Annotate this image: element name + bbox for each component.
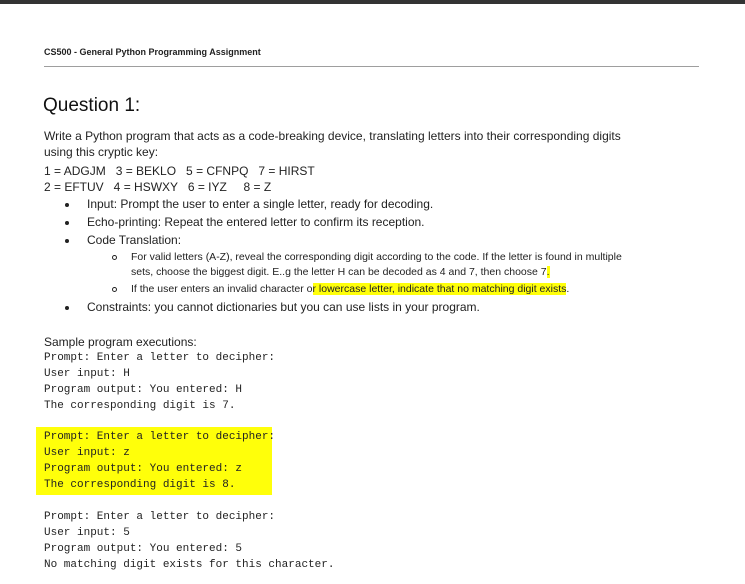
bullet-code-translation: Code Translation: <box>87 233 182 247</box>
bullet-echo: Echo-printing: Repeat the entered letter… <box>87 215 425 229</box>
sub-bullet-valid-line-1: For valid letters (A-Z), reveal the corr… <box>131 251 622 263</box>
bullet-dot <box>65 221 69 225</box>
example-3-input: User input: 5 <box>44 527 130 539</box>
sample-heading: Sample program executions: <box>44 335 197 349</box>
intro-line-2: using this cryptic key: <box>44 145 159 159</box>
highlighted-period: . <box>546 266 550 278</box>
key-line-2: 2 = EFTUV 4 = HSWXY 6 = IYZ 8 = Z <box>44 180 272 194</box>
bullet-input: Input: Prompt the user to enter a single… <box>87 197 434 211</box>
key-line-1: 1 = ADGJM 3 = BEKLO 5 = CFNPQ 7 = HIRST <box>44 164 315 178</box>
bullet-dot <box>65 239 69 243</box>
example-1-result: The corresponding digit is 7. <box>44 400 236 412</box>
valid-line-2-text: sets, choose the biggest digit. E..g the… <box>131 266 547 278</box>
example-2-output: Program output: You entered: z <box>44 463 243 475</box>
window-top-border <box>0 0 745 4</box>
sub-bullet-circle <box>112 255 117 260</box>
example-2-result: The corresponding digit is 8. <box>44 479 236 491</box>
bullet-constraints: Constraints: you cannot dictionaries but… <box>87 300 480 314</box>
intro-line-1: Write a Python program that acts as a co… <box>44 129 621 143</box>
invalid-text-end: . <box>566 283 570 295</box>
example-3-prompt: Prompt: Enter a letter to decipher: <box>44 511 276 523</box>
question-title: Question 1: <box>43 95 141 116</box>
example-1-prompt: Prompt: Enter a letter to decipher: <box>44 352 276 364</box>
sub-bullet-circle <box>112 287 117 292</box>
header-divider <box>44 66 699 67</box>
invalid-text: If the user enters an invalid character … <box>131 283 313 295</box>
example-1-input: User input: H <box>44 368 130 380</box>
example-2-input: User input: z <box>44 447 130 459</box>
example-2-prompt: Prompt: Enter a letter to decipher: <box>44 431 276 443</box>
bullet-dot <box>65 203 69 207</box>
bullet-dot <box>65 306 69 310</box>
sub-bullet-invalid: If the user enters an invalid character … <box>131 282 569 296</box>
example-1-output: Program output: You entered: H <box>44 384 243 396</box>
example-3-output: Program output: You entered: 5 <box>44 543 243 555</box>
document-header: CS500 - General Python Programming Assig… <box>44 47 261 57</box>
sub-bullet-valid-line-2: sets, choose the biggest digit. E..g the… <box>131 265 550 279</box>
example-3-result: No matching digit exists for this charac… <box>44 559 335 571</box>
highlighted-invalid-text: r lowercase letter, indicate that no mat… <box>312 283 567 295</box>
